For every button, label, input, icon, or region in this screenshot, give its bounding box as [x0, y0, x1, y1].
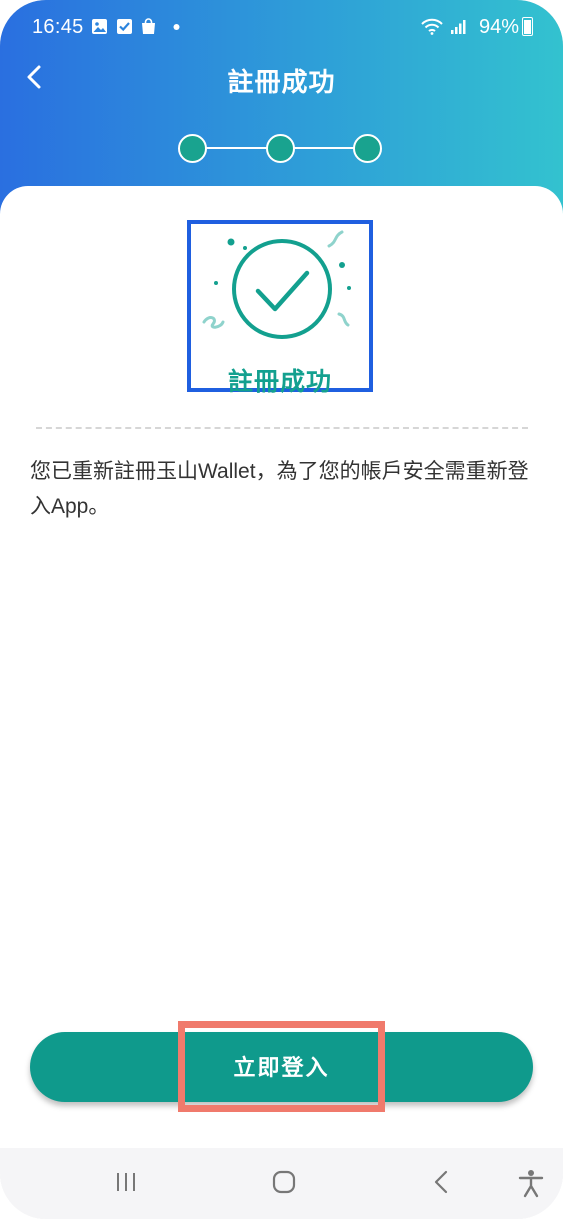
status-bar: 16:45 94%: [0, 0, 563, 56]
recent-apps-icon[interactable]: [112, 1168, 140, 1196]
gallery-icon: [92, 19, 107, 34]
back-icon[interactable]: [428, 1168, 456, 1196]
login-now-button[interactable]: 立即登入: [30, 1032, 533, 1102]
phone-screen: 16:45 94% 註冊成功 註冊成功 您已重新註冊玉山Wallet，為了您的帳…: [0, 0, 563, 1219]
success-illustration: 註冊成功: [187, 220, 373, 396]
page-title: 註冊成功: [227, 67, 336, 97]
shopping-bag-icon: [142, 18, 155, 34]
battery-icon: [522, 17, 533, 36]
success-label: 註冊成功: [227, 368, 332, 396]
step-2-dot: [266, 134, 295, 163]
step-connector: [205, 147, 269, 149]
signal-icon: [451, 20, 466, 34]
step-connector: [292, 147, 356, 149]
status-time: 16:45: [32, 16, 84, 38]
step-1-dot: [178, 134, 207, 163]
home-icon[interactable]: [270, 1168, 298, 1196]
battery-percent: 94%: [478, 16, 519, 38]
step-3-dot: [353, 134, 382, 163]
checkbox-icon: [117, 19, 132, 34]
dot-icon: [173, 24, 180, 30]
system-navigation-bar: [0, 1148, 563, 1219]
success-message: 您已重新註冊玉山Wallet，為了您的帳戶安全需重新登入App。: [30, 460, 529, 518]
accessibility-icon[interactable]: [517, 1168, 545, 1198]
wifi-icon: [421, 18, 443, 35]
step-progress-indicator: [178, 132, 384, 164]
dashed-divider: [36, 427, 528, 429]
